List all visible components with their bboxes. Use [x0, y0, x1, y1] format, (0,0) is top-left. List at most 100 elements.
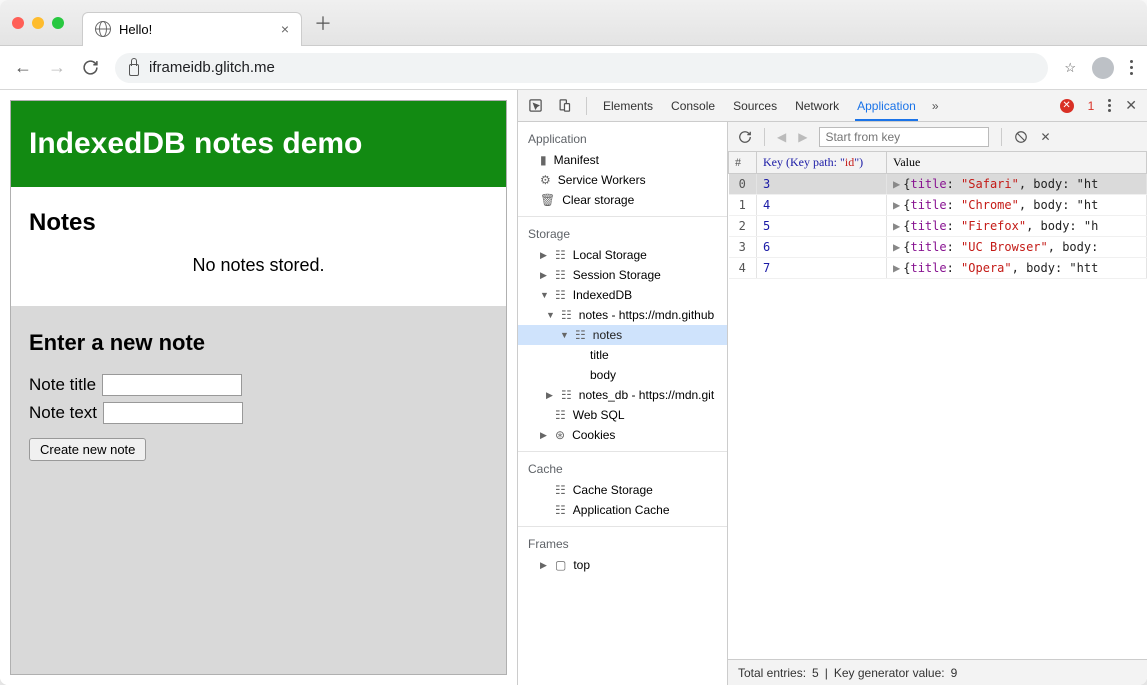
row-key: 4 [757, 195, 887, 216]
row-value: ▶{title: "Opera", body: "htt [887, 258, 1147, 279]
chevron-right-icon: ▶ [540, 270, 548, 281]
col-header-index[interactable]: # [729, 152, 757, 174]
prev-page-icon[interactable]: ◀ [777, 130, 786, 144]
new-tab-button[interactable]: ＋ [314, 10, 332, 36]
chevron-right-icon: ▶ [546, 390, 554, 401]
application-sidebar: Application ▮Manifest ⚙Service Workers 🗑… [518, 122, 728, 685]
inspect-icon[interactable] [528, 98, 543, 113]
browser-tab[interactable]: Hello! × [82, 12, 302, 46]
row-key: 3 [757, 174, 887, 195]
profile-avatar[interactable] [1092, 57, 1114, 79]
next-page-icon[interactable]: ▶ [798, 130, 807, 144]
sidebar-item-session-storage[interactable]: ▶☷Session Storage [518, 265, 727, 285]
back-button[interactable]: ← [14, 57, 32, 78]
zoom-window-button[interactable] [52, 17, 64, 29]
file-icon: ▮ [540, 153, 547, 167]
row-index: 0 [729, 174, 757, 195]
database-icon: ☷ [555, 483, 566, 497]
delete-selected-icon[interactable]: ✕ [1040, 130, 1050, 144]
footer-entries-label: Total entries: [738, 666, 806, 680]
devtools-close-icon[interactable]: ✕ [1125, 97, 1137, 114]
forward-button[interactable]: → [48, 57, 66, 78]
globe-icon [95, 21, 111, 37]
table-row[interactable]: 36▶{title: "UC Browser", body: [729, 237, 1147, 258]
tab-console[interactable]: Console [669, 99, 717, 113]
table-row[interactable]: 47▶{title: "Opera", body: "htt [729, 258, 1147, 279]
sidebar-item-frame-top[interactable]: ▶▢top [518, 555, 727, 575]
sidebar-group-frames: Frames [518, 533, 727, 555]
page-viewport: IndexedDB notes demo Notes No notes stor… [0, 90, 517, 685]
divider [1001, 128, 1002, 146]
database-icon: ☷ [555, 288, 566, 302]
refresh-icon[interactable] [738, 130, 752, 144]
row-value: ▶{title: "UC Browser", body: [887, 237, 1147, 258]
storage-icon: ☷ [555, 268, 566, 282]
chevron-right-icon: ▶ [893, 219, 903, 233]
traffic-lights [12, 17, 64, 29]
sidebar-item-indexeddb[interactable]: ▼☷IndexedDB [518, 285, 727, 305]
star-icon[interactable]: ☆ [1064, 60, 1076, 76]
reload-button[interactable] [82, 59, 99, 76]
omnibox[interactable]: iframeidb.glitch.me [115, 53, 1048, 83]
sidebar-item-idb-index-title[interactable]: title [518, 345, 727, 365]
table-row[interactable]: 03▶{title: "Safari", body: "ht [729, 174, 1147, 195]
devtools-panel: Elements Console Sources Network Applica… [517, 90, 1147, 685]
note-text-input[interactable] [103, 402, 243, 424]
start-from-key-input[interactable] [819, 127, 989, 147]
label-note-title: Note title [29, 375, 96, 395]
tab-elements[interactable]: Elements [601, 99, 655, 113]
row-index: 3 [729, 237, 757, 258]
sidebar-group-application: Application [518, 128, 727, 150]
row-key: 7 [757, 258, 887, 279]
sidebar-item-websql[interactable]: ☷Web SQL [518, 405, 727, 425]
sidebar-item-service-workers[interactable]: ⚙Service Workers [518, 170, 727, 190]
chevron-down-icon: ▼ [546, 310, 554, 320]
clear-store-icon[interactable] [1014, 130, 1028, 144]
col-header-key[interactable]: Key (Key path: "id") [757, 152, 887, 174]
close-window-button[interactable] [12, 17, 24, 29]
database-icon: ☷ [561, 388, 572, 402]
table-row[interactable]: 25▶{title: "Firefox", body: "h [729, 216, 1147, 237]
sidebar-item-idb-database[interactable]: ▼☷notes - https://mdn.github [518, 305, 727, 325]
idb-table: # Key (Key path: "id") Value 03▶{title: … [728, 152, 1147, 279]
error-badge-icon[interactable]: ✕ [1060, 99, 1074, 113]
devtools-menu-icon[interactable] [1108, 99, 1111, 112]
tab-network[interactable]: Network [793, 99, 841, 113]
close-tab-icon[interactable]: × [281, 21, 289, 37]
cookie-icon: ⊛ [555, 428, 565, 442]
page-header: IndexedDB notes demo [11, 101, 506, 187]
idb-toolbar: ◀ ▶ ✕ [728, 122, 1147, 152]
chevron-down-icon: ▼ [540, 290, 548, 300]
row-key: 6 [757, 237, 887, 258]
note-title-input[interactable] [102, 374, 242, 396]
tab-sources[interactable]: Sources [731, 99, 779, 113]
row-key: 5 [757, 216, 887, 237]
sidebar-item-idb-index-body[interactable]: body [518, 365, 727, 385]
frame-icon: ▢ [555, 558, 566, 572]
minimize-window-button[interactable] [32, 17, 44, 29]
table-row[interactable]: 14▶{title: "Chrome", body: "ht [729, 195, 1147, 216]
sidebar-item-app-cache[interactable]: ☷Application Cache [518, 500, 727, 520]
chevron-right-icon: ▶ [893, 240, 903, 254]
sidebar-item-cache-storage[interactable]: ☷Cache Storage [518, 480, 727, 500]
sidebar-item-local-storage[interactable]: ▶☷Local Storage [518, 245, 727, 265]
chevron-right-icon: ▶ [540, 560, 548, 571]
row-index: 1 [729, 195, 757, 216]
browser-menu-icon[interactable] [1130, 60, 1133, 75]
device-toggle-icon[interactable] [557, 98, 572, 113]
col-header-value[interactable]: Value [887, 152, 1147, 174]
storage-icon: ☷ [555, 503, 566, 517]
devtools-tab-strip: Elements Console Sources Network Applica… [518, 90, 1147, 122]
tab-application[interactable]: Application [855, 99, 918, 121]
chevron-down-icon: ▼ [560, 330, 568, 340]
divider [764, 128, 765, 146]
more-tabs-icon[interactable]: » [932, 99, 939, 113]
sidebar-item-clear-storage[interactable]: 🗑Clear storage [518, 190, 727, 210]
sidebar-item-manifest[interactable]: ▮Manifest [518, 150, 727, 170]
sidebar-item-cookies[interactable]: ▶⊛Cookies [518, 425, 727, 445]
table-icon: ☷ [575, 328, 586, 342]
storage-icon: ☷ [555, 248, 566, 262]
sidebar-item-idb-database2[interactable]: ▶☷notes_db - https://mdn.git [518, 385, 727, 405]
sidebar-item-idb-store-notes[interactable]: ▼☷notes [518, 325, 727, 345]
create-note-button[interactable]: Create new note [29, 438, 146, 461]
